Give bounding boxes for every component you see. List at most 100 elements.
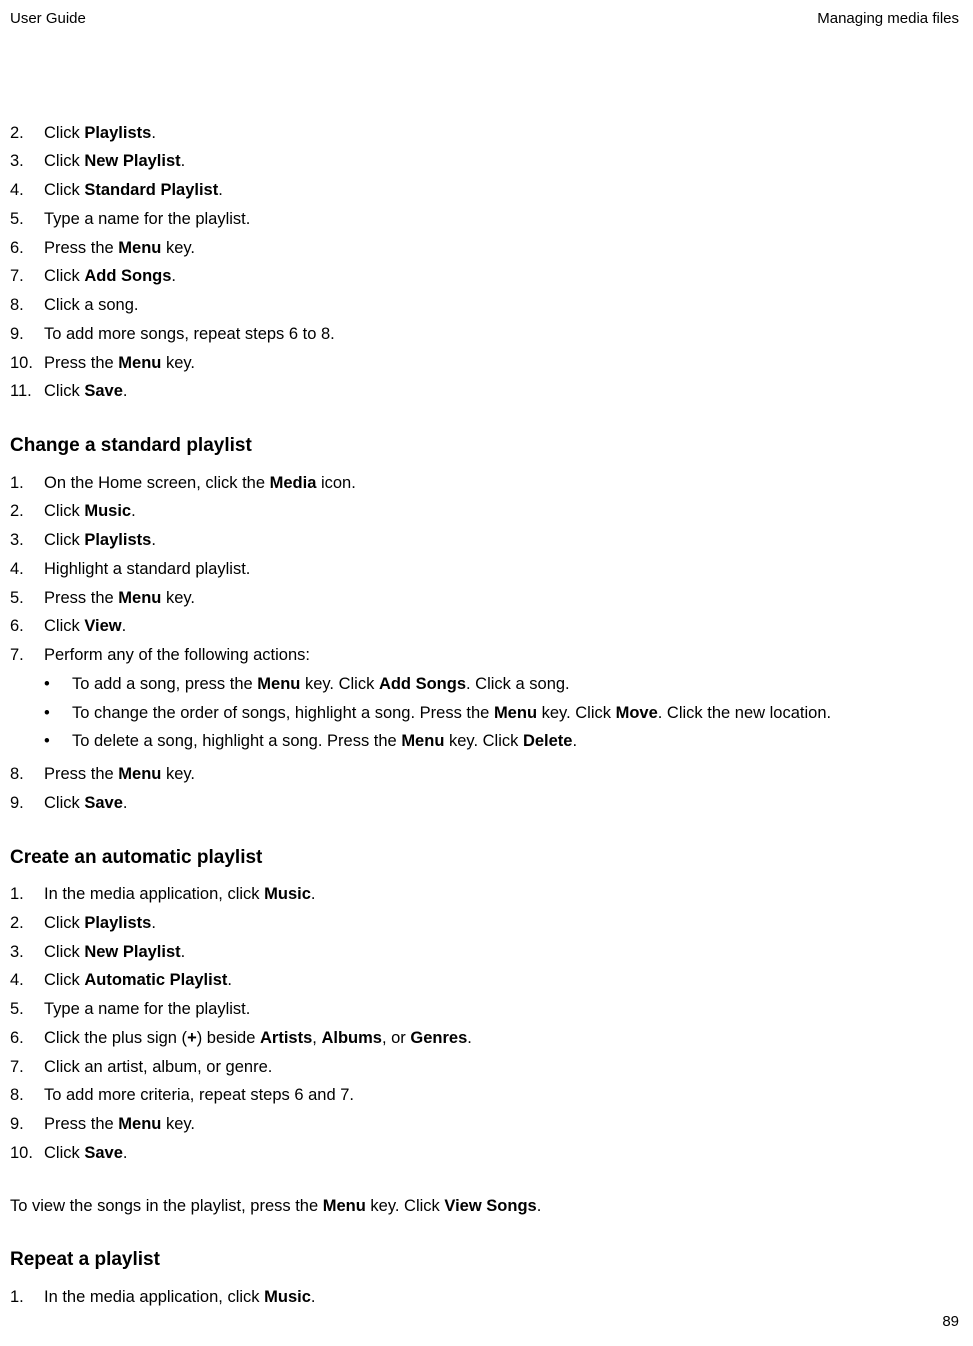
step-number: 1.: [10, 471, 44, 496]
step-item: 2.Click Music.: [10, 499, 959, 524]
step-item: 2.Click Playlists.: [10, 121, 959, 146]
bold-term: Media: [270, 474, 317, 492]
step-number: 6.: [10, 1026, 44, 1051]
section-title-change-playlist: Change a standard playlist: [10, 432, 959, 461]
bold-term: Music: [264, 1288, 311, 1306]
bold-term: Standard Playlist: [84, 181, 218, 199]
step-number: 8.: [10, 293, 44, 318]
step-number: 9.: [10, 791, 44, 816]
step-text: Click New Playlist.: [44, 149, 959, 174]
step-number: 1.: [10, 882, 44, 907]
step-text: Type a name for the playlist.: [44, 997, 959, 1022]
bold-term: Delete: [523, 732, 573, 750]
step-number: 7.: [10, 643, 44, 668]
sub-bullet-text: To change the order of songs, highlight …: [72, 701, 959, 726]
step-text: Highlight a standard playlist.: [44, 557, 959, 582]
step-item: 2.Click Playlists.: [10, 911, 959, 936]
step-text: Click an artist, album, or genre.: [44, 1055, 959, 1080]
step-text: On the Home screen, click the Media icon…: [44, 471, 959, 496]
step-item: 8.Click a song.: [10, 293, 959, 318]
step-number: 4.: [10, 968, 44, 993]
section-title-repeat-playlist: Repeat a playlist: [10, 1246, 959, 1275]
step-text: Press the Menu key.: [44, 351, 959, 376]
step-item: 9.To add more songs, repeat steps 6 to 8…: [10, 322, 959, 347]
bullet-icon: •: [44, 729, 72, 754]
document-page: User Guide Managing media files 2.Click …: [0, 0, 973, 1346]
bold-term: Add Songs: [84, 267, 171, 285]
bullet-icon: •: [44, 672, 72, 697]
bold-term: +: [187, 1029, 197, 1047]
step-number: 10.: [10, 1141, 44, 1166]
step-number: 11.: [10, 379, 44, 404]
step-item: 4.Click Standard Playlist.: [10, 178, 959, 203]
step-number: 6.: [10, 614, 44, 639]
step-number: 7.: [10, 264, 44, 289]
bold-term: Menu: [323, 1197, 366, 1215]
bullet-icon: •: [44, 701, 72, 726]
step-item: 3.Click New Playlist.: [10, 149, 959, 174]
step-text: Click New Playlist.: [44, 940, 959, 965]
step-number: 4.: [10, 557, 44, 582]
step-text: Press the Menu key.: [44, 1112, 959, 1137]
step-text: Click Music.: [44, 499, 959, 524]
sub-bullet-item: •To delete a song, highlight a song. Pre…: [44, 729, 959, 754]
step-number: 3.: [10, 940, 44, 965]
step-number: 3.: [10, 528, 44, 553]
step-text: To add more criteria, repeat steps 6 and…: [44, 1083, 959, 1108]
step-item: 1.In the media application, click Music.: [10, 1285, 959, 1310]
bold-term: Move: [616, 704, 658, 722]
bold-term: Menu: [118, 1115, 161, 1133]
step-text: Press the Menu key.: [44, 236, 959, 261]
step-text: Click Save.: [44, 1141, 959, 1166]
step-number: 2.: [10, 121, 44, 146]
step-text: In the media application, click Music.: [44, 1285, 959, 1310]
steps-list-create-auto-playlist: 1.In the media application, click Music.…: [10, 882, 959, 1166]
step-item: 4.Click Automatic Playlist.: [10, 968, 959, 993]
step-text: Click Playlists.: [44, 528, 959, 553]
step-number: 10.: [10, 351, 44, 376]
sub-bullet-text: To add a song, press the Menu key. Click…: [72, 672, 959, 697]
step-number: 5.: [10, 586, 44, 611]
step-item: 3.Click New Playlist.: [10, 940, 959, 965]
bold-term: View Songs: [444, 1197, 536, 1215]
page-header: User Guide Managing media files: [10, 8, 959, 31]
step-text: Click the plus sign (+) beside Artists, …: [44, 1026, 959, 1051]
step-text: Click a song.: [44, 293, 959, 318]
step-item: 1.On the Home screen, click the Media ic…: [10, 471, 959, 496]
bold-term: Add Songs: [379, 675, 466, 693]
steps-list-change-playlist: 1.On the Home screen, click the Media ic…: [10, 471, 959, 816]
step-item: 5.Type a name for the playlist.: [10, 207, 959, 232]
sub-bullet-text: To delete a song, highlight a song. Pres…: [72, 729, 959, 754]
bold-term: Menu: [494, 704, 537, 722]
bold-term: Music: [264, 885, 311, 903]
step-item: 1.In the media application, click Music.: [10, 882, 959, 907]
header-left: User Guide: [10, 8, 86, 31]
step-number: 2.: [10, 499, 44, 524]
step-text: Click Automatic Playlist.: [44, 968, 959, 993]
bold-term: Menu: [401, 732, 444, 750]
step-item: 5.Type a name for the playlist.: [10, 997, 959, 1022]
step-item: 9.Click Save.: [10, 791, 959, 816]
step-text: Press the Menu key.: [44, 762, 959, 787]
step-item: 4.Highlight a standard playlist.: [10, 557, 959, 582]
step-text: Click View.: [44, 614, 959, 639]
bold-term: New Playlist: [84, 943, 180, 961]
step-text: Click Add Songs.: [44, 264, 959, 289]
bold-term: Playlists: [84, 531, 151, 549]
bold-term: Genres: [410, 1029, 467, 1047]
step-text: To add more songs, repeat steps 6 to 8.: [44, 322, 959, 347]
step-item: 7.Perform any of the following actions:•…: [10, 643, 959, 758]
bold-term: Menu: [118, 354, 161, 372]
bold-term: Save: [84, 1144, 123, 1162]
sub-bullet-item: •To change the order of songs, highlight…: [44, 701, 959, 726]
step-item: 6.Click View.: [10, 614, 959, 639]
bold-term: Playlists: [84, 914, 151, 932]
step-text: Click Save.: [44, 791, 959, 816]
step-number: 9.: [10, 322, 44, 347]
step-text: Click Playlists.: [44, 911, 959, 936]
bold-term: Menu: [118, 239, 161, 257]
step-item: 8.To add more criteria, repeat steps 6 a…: [10, 1083, 959, 1108]
step-number: 5.: [10, 207, 44, 232]
step-number: 6.: [10, 236, 44, 261]
step-item: 7.Click an artist, album, or genre.: [10, 1055, 959, 1080]
